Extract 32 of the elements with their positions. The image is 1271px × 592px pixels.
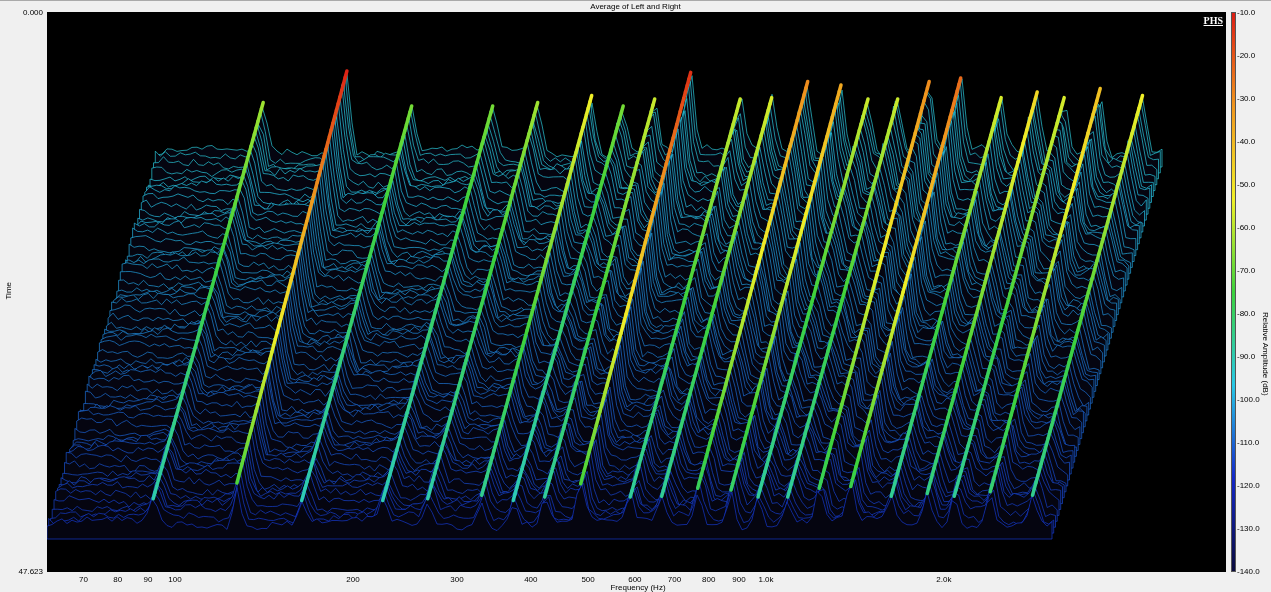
scale-tick-label: -100.0 bbox=[1237, 395, 1260, 404]
axis-title: Relative Amplitude (dB) bbox=[1261, 312, 1270, 396]
scale-tick-label: -60.0 bbox=[1237, 223, 1257, 232]
axis-tick-label: 800 bbox=[702, 575, 716, 584]
axis-tick-label: 500 bbox=[581, 575, 595, 584]
scale-tick-label: -110.0 bbox=[1237, 438, 1260, 447]
axis-tick-label: 47.623 bbox=[18, 567, 43, 576]
axis-tick-label: 600 bbox=[628, 575, 642, 584]
axis-tick-label: 80 bbox=[113, 575, 123, 584]
scale-tick-label: -90.0 bbox=[1237, 352, 1257, 361]
scale-tick-label: -40.0 bbox=[1237, 137, 1257, 146]
axis-tick-label: 100 bbox=[168, 575, 182, 584]
axis-tick-label: 700 bbox=[667, 575, 682, 584]
axis-tick-label: 400 bbox=[524, 575, 538, 584]
scale-tick-label: -30.0 bbox=[1237, 94, 1257, 103]
logo: PHS bbox=[1203, 15, 1223, 26]
axis-tick-label: 300 bbox=[450, 575, 464, 584]
axis-title: Time bbox=[4, 282, 13, 300]
scale-tick-label: -70.0 bbox=[1237, 266, 1257, 275]
scale-tick-label: -20.0 bbox=[1237, 51, 1257, 60]
axis-tick-label: 90 bbox=[143, 575, 153, 584]
scale-tick-label: -80.0 bbox=[1237, 309, 1257, 318]
axis-tick-label: 70 bbox=[79, 575, 88, 584]
axis-tick-label: 900 bbox=[732, 575, 746, 584]
axis-tick-label: 2.0k bbox=[936, 575, 952, 584]
scale-tick-label: -130.0 bbox=[1237, 524, 1260, 533]
axis-title: Frequency (Hz) bbox=[610, 583, 666, 592]
scale-tick-label: -120.0 bbox=[1237, 481, 1260, 490]
axis-tick-label: 200 bbox=[346, 575, 360, 584]
scale-tick-label: -50.0 bbox=[1237, 180, 1257, 189]
axis-tick-label: 1.0k bbox=[758, 575, 774, 584]
scale-tick-label: -140.0 bbox=[1237, 567, 1260, 576]
